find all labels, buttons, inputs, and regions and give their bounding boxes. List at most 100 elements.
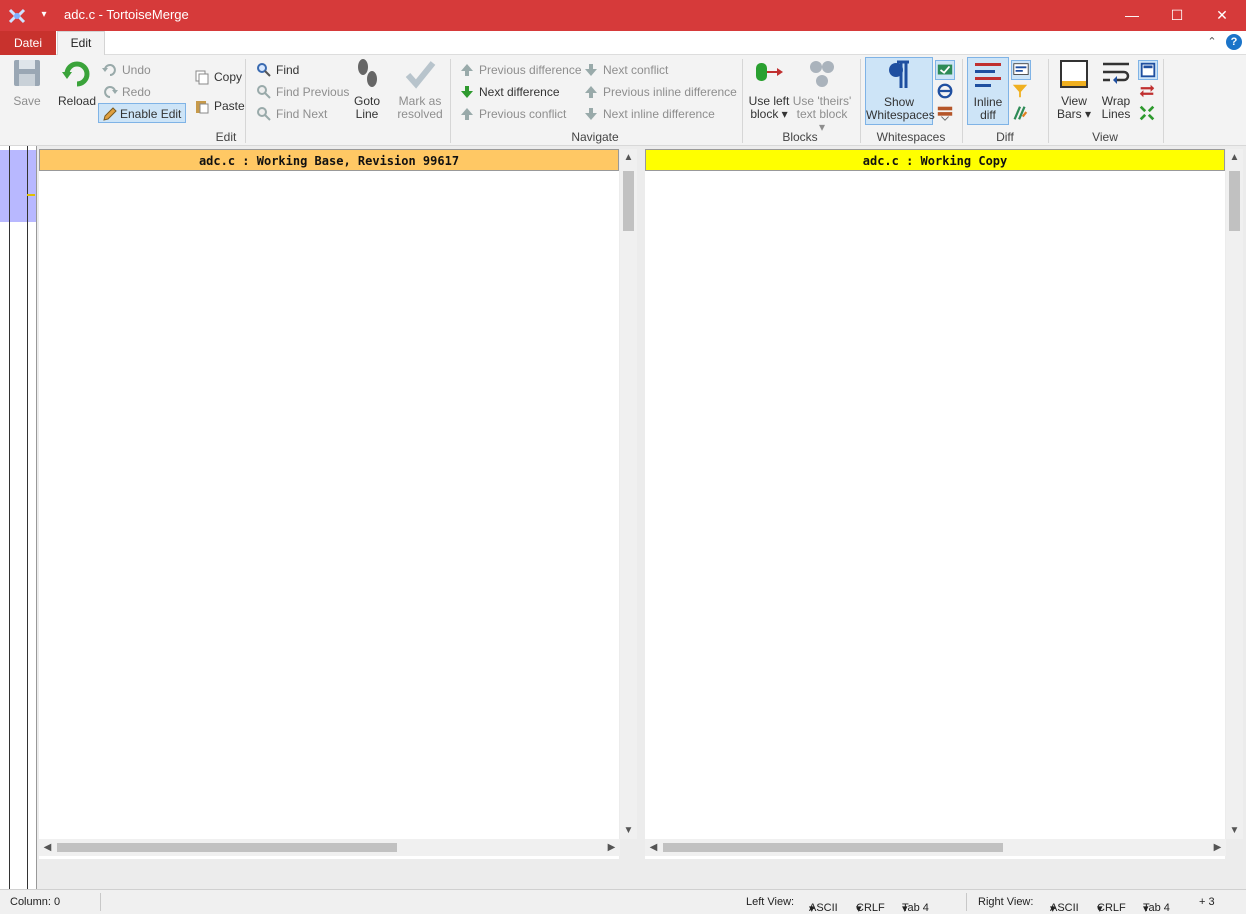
window-title: adc.c - TortoiseMerge xyxy=(64,7,189,22)
collapse-ribbon-icon[interactable]: ⌃ xyxy=(1204,34,1220,50)
tab-edit[interactable]: Edit xyxy=(57,31,105,56)
mark-resolved-label-1: Mark as xyxy=(398,94,442,108)
chevron-down-icon: ▾ xyxy=(1050,903,1056,915)
scroll-up-arrow[interactable]: ▲ xyxy=(1226,149,1243,166)
move-detection-icon[interactable] xyxy=(1011,104,1031,124)
ribbon: Save Reload Undo Redo Enable Edit Copy P… xyxy=(0,55,1246,146)
scroll-up-arrow[interactable]: ▲ xyxy=(620,149,637,166)
edit-pencil-icon xyxy=(103,107,117,121)
copy-button[interactable]: Copy xyxy=(194,67,242,87)
ribbon-separator xyxy=(860,59,861,143)
previous-inline-difference-button[interactable]: Previous inline difference xyxy=(583,82,737,102)
checkmark-icon xyxy=(405,61,436,89)
ignore-whitespace-icon[interactable] xyxy=(935,60,955,80)
edit-group-label: Edit xyxy=(215,130,237,144)
find-label: Find xyxy=(276,63,300,77)
next-inline-difference-button[interactable]: Next inline difference xyxy=(583,104,715,124)
copy-icon xyxy=(195,70,209,85)
scroll-thumb[interactable] xyxy=(623,171,634,231)
left-horizontal-scrollbar[interactable]: ◀ ▶ xyxy=(39,839,620,856)
quick-access-dropdown[interactable]: ▾ xyxy=(34,5,54,25)
previous-inline-difference-label: Previous inline difference xyxy=(603,85,737,99)
arrow-up-icon xyxy=(585,86,597,98)
undo-icon xyxy=(102,64,116,76)
swap-views-icon[interactable] xyxy=(1138,82,1158,102)
use-left-block-button[interactable]: Use left block ▾ xyxy=(746,57,792,121)
save-label: Save xyxy=(13,94,41,108)
status-separator xyxy=(100,893,101,911)
mark-resolved-button[interactable]: Mark as resolved xyxy=(396,57,444,121)
right-vertical-scrollbar[interactable]: ▲ ▼ xyxy=(1226,149,1243,839)
tortoisemerge-app-icon[interactable] xyxy=(8,7,26,25)
paste-label: Paste xyxy=(214,99,245,113)
inline-diff-button[interactable]: Inline diff xyxy=(967,57,1009,125)
enable-edit-button[interactable]: Enable Edit xyxy=(98,103,187,123)
word-diff-icon[interactable] xyxy=(1011,60,1031,80)
find-previous-button[interactable]: Find Previous xyxy=(256,82,349,102)
diff-group-label: Diff xyxy=(996,130,1014,144)
chevron-down-icon: ▾ xyxy=(809,903,815,915)
scroll-left-arrow[interactable]: ◀ xyxy=(39,839,56,856)
view-bars-button[interactable]: View Bars ▾ xyxy=(1054,57,1094,121)
diff-locator-bar[interactable] xyxy=(0,146,37,889)
left-vertical-scrollbar[interactable]: ▲ ▼ xyxy=(620,149,637,839)
save-button[interactable]: Save xyxy=(8,57,46,108)
undo-button[interactable]: Undo xyxy=(102,60,151,80)
ignore-case-icon[interactable] xyxy=(936,82,956,102)
minimize-button[interactable]: — xyxy=(1109,0,1155,31)
next-conflict-button[interactable]: Next conflict xyxy=(583,60,668,80)
use-theirs-block-button[interactable]: Use 'theirs' text block ▾ xyxy=(792,57,852,134)
arrow-up-icon xyxy=(461,64,473,76)
previous-difference-button[interactable]: Previous difference xyxy=(459,60,582,80)
left-pane[interactable]: adc.c : Working Base, Revision 99617 4#i… xyxy=(39,149,619,859)
paste-button[interactable]: Paste xyxy=(194,96,245,116)
collapse-sections-icon[interactable] xyxy=(1138,104,1158,124)
use-theirs-block-label-1: Use 'theirs' xyxy=(792,94,852,108)
right-pane[interactable]: adc.c : Working Copy 4#include·"hardware… xyxy=(645,149,1225,859)
scroll-thumb[interactable] xyxy=(57,843,397,852)
previous-difference-label: Previous difference xyxy=(479,63,582,77)
redo-button[interactable]: Redo xyxy=(102,82,151,102)
ignore-eol-icon[interactable] xyxy=(936,104,956,124)
scroll-left-arrow[interactable]: ◀ xyxy=(645,839,662,856)
wrap-lines-button[interactable]: Wrap Lines xyxy=(1096,57,1136,121)
show-whitespaces-button[interactable]: Show Whitespaces xyxy=(865,57,935,125)
next-inline-difference-label: Next inline difference xyxy=(603,107,715,121)
right-horizontal-scrollbar[interactable]: ◀ ▶ xyxy=(645,839,1226,856)
reload-button[interactable]: Reload xyxy=(56,57,98,108)
view-bars-label-1: View xyxy=(1061,94,1087,108)
help-icon[interactable]: ? xyxy=(1226,34,1242,50)
scroll-right-arrow[interactable]: ▶ xyxy=(1209,839,1226,856)
undo-label: Undo xyxy=(122,63,151,77)
next-conflict-label: Next conflict xyxy=(603,63,669,77)
mark-resolved-label-2: resolved xyxy=(397,107,443,121)
save-icon xyxy=(14,60,40,86)
side-by-side-view-icon[interactable] xyxy=(1138,60,1158,80)
scroll-right-arrow[interactable]: ▶ xyxy=(603,839,620,856)
maximize-button[interactable]: ☐ xyxy=(1154,0,1200,31)
find-previous-label: Find Previous xyxy=(276,85,350,99)
scroll-down-arrow[interactable]: ▼ xyxy=(620,822,637,839)
inline-diff-icon xyxy=(975,63,1001,87)
show-whitespaces-label-1: Show xyxy=(883,95,915,109)
view-bars-icon xyxy=(1060,60,1088,88)
close-button[interactable]: ✕ xyxy=(1199,0,1245,31)
diff-filter-icon[interactable] xyxy=(1011,82,1031,102)
find-next-button[interactable]: Find Next xyxy=(256,104,327,124)
ribbon-separator xyxy=(1163,59,1164,143)
status-bar: Column: 0 Left View: ASCII ▾ CRLF ▾ Tab … xyxy=(0,889,1246,915)
scroll-thumb[interactable] xyxy=(663,843,1003,852)
scroll-down-arrow[interactable]: ▼ xyxy=(1226,822,1243,839)
goto-line-button[interactable]: Goto Line xyxy=(350,57,384,121)
navigate-group-label: Navigate xyxy=(571,130,619,144)
ribbon-separator xyxy=(962,59,963,143)
reload-icon xyxy=(62,61,90,87)
next-difference-button[interactable]: Next difference xyxy=(459,82,560,102)
scroll-thumb[interactable] xyxy=(1229,171,1240,231)
blocks-group-label: Blocks xyxy=(782,130,818,144)
tab-datei[interactable]: Datei xyxy=(0,31,56,55)
show-whitespaces-label-2: Whitespaces xyxy=(866,108,935,122)
find-button[interactable]: Find xyxy=(256,60,299,80)
chevron-down-icon: ▾ xyxy=(856,903,862,915)
previous-conflict-button[interactable]: Previous conflict xyxy=(459,104,566,124)
